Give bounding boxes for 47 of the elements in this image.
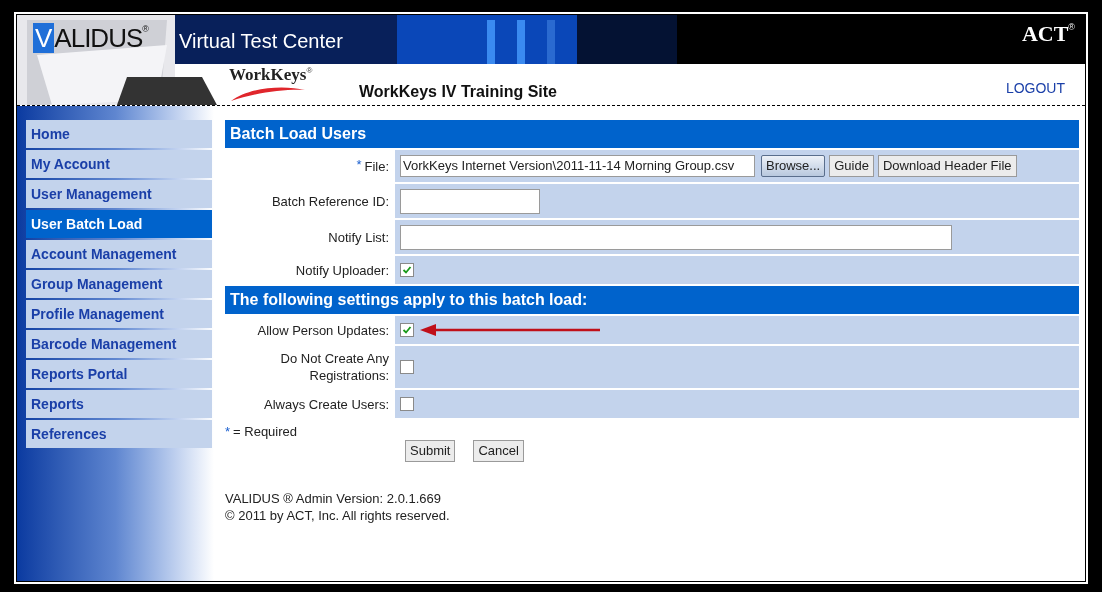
logout-link[interactable]: LOGOUT bbox=[1005, 78, 1065, 99]
button[interactable]: Cancel bbox=[473, 439, 524, 462]
required-mark: * bbox=[356, 156, 362, 173]
sidebar-item[interactable]: Account Management bbox=[26, 240, 212, 268]
brand-name: ALIDUS bbox=[54, 23, 143, 53]
footer-text: VALIDUS ® Admin Version: 2.0.1.669 bbox=[225, 489, 442, 507]
checkbox[interactable] bbox=[400, 397, 414, 411]
sidebar-item[interactable]: User Batch Load bbox=[26, 210, 212, 238]
site-title: WorkKeys IV Training Site bbox=[359, 82, 557, 102]
program-logo: WorkKeys bbox=[229, 65, 307, 85]
checkbox[interactable] bbox=[400, 263, 414, 277]
button[interactable]: Browse... bbox=[761, 155, 826, 177]
brand-initial: V bbox=[33, 23, 55, 53]
registered-mark: ® bbox=[1068, 21, 1075, 32]
required-mark: * bbox=[225, 423, 231, 441]
button[interactable]: Submit bbox=[405, 439, 456, 462]
sidebar-item[interactable]: Group Management bbox=[26, 270, 212, 298]
sidebar-item[interactable]: My Account bbox=[26, 150, 212, 178]
required-note: = Required bbox=[233, 423, 298, 441]
sidebar-item[interactable]: References bbox=[26, 420, 212, 448]
field-label: Batch Reference ID: bbox=[271, 192, 389, 210]
sidebar-item[interactable]: Reports bbox=[26, 390, 212, 418]
sidebar-item[interactable]: Barcode Management bbox=[26, 330, 212, 358]
section-header: Batch Load Users bbox=[225, 120, 1079, 148]
sidebar-item[interactable]: User Management bbox=[26, 180, 212, 208]
footer-text: © 2011 by ACT, Inc. All rights reserved. bbox=[225, 506, 451, 524]
field-label: Do Not Create Any Registrations: bbox=[279, 350, 389, 384]
sidebar-item[interactable]: Home bbox=[26, 120, 212, 148]
text-field[interactable] bbox=[400, 224, 952, 250]
field-label: Notify List: bbox=[328, 228, 389, 246]
registered-mark: ® bbox=[142, 23, 149, 34]
button[interactable]: Download Header File bbox=[877, 155, 1017, 177]
sidebar-item[interactable]: Reports Portal bbox=[26, 360, 212, 388]
text-field[interactable] bbox=[400, 188, 540, 214]
section-header: The following settings apply to this batch load: bbox=[225, 286, 1079, 314]
button[interactable]: Guide bbox=[829, 155, 874, 177]
field-label: File: bbox=[364, 157, 389, 175]
checkbox[interactable] bbox=[400, 360, 414, 374]
registered-mark: ® bbox=[306, 65, 313, 75]
product-title: Virtual Test Center bbox=[179, 29, 343, 54]
field-label: Allow Person Updates: bbox=[257, 321, 389, 339]
file-field[interactable]: VorkKeys Internet Version\2011-11-14 Morning Group.csv bbox=[400, 155, 755, 177]
sidebar-item[interactable]: Profile Management bbox=[26, 300, 212, 328]
company-logo: ACT bbox=[1021, 21, 1069, 47]
field-label: Notify Uploader: bbox=[295, 261, 389, 279]
field-label: Always Create Users: bbox=[264, 395, 389, 413]
checkbox[interactable] bbox=[400, 323, 414, 337]
